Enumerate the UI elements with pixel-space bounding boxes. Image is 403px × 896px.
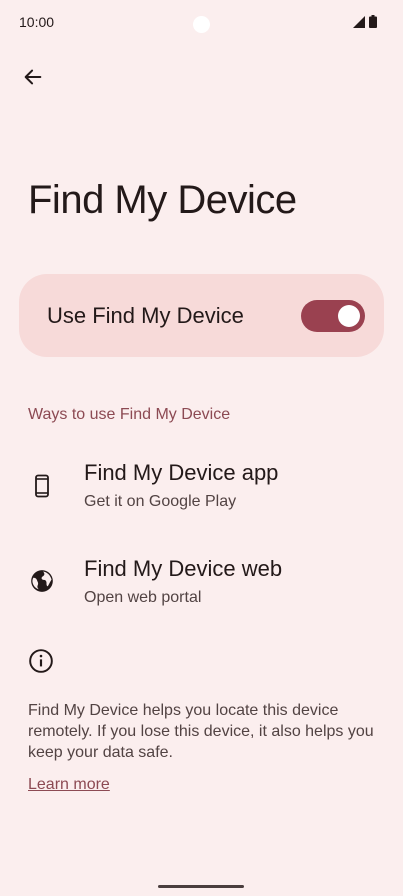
- status-time: 10:00: [19, 14, 55, 30]
- toggle-label: Use Find My Device: [47, 303, 244, 328]
- page-title: Find My Device: [28, 178, 297, 222]
- item-subtitle: Open web portal: [84, 589, 202, 606]
- use-find-my-device-toggle-row[interactable]: Use Find My Device: [19, 274, 384, 357]
- find-my-device-switch[interactable]: [301, 300, 365, 332]
- list-item-find-my-device-app[interactable]: Find My Device app Get it on Google Play: [0, 448, 403, 528]
- switch-thumb: [338, 305, 360, 327]
- globe-icon: [28, 567, 56, 595]
- signal-icon: [353, 15, 365, 33]
- status-icons: [353, 15, 377, 33]
- learn-more-link[interactable]: Learn more: [28, 776, 110, 794]
- phone-icon: [28, 472, 56, 500]
- status-bar: 10:00: [0, 0, 403, 46]
- battery-icon: [369, 15, 377, 33]
- list-item-find-my-device-web[interactable]: Find My Device web Open web portal: [0, 544, 403, 624]
- back-button[interactable]: [14, 60, 52, 98]
- item-title: Find My Device web: [84, 556, 283, 581]
- item-subtitle: Get it on Google Play: [84, 493, 237, 510]
- info-description: Find My Device helps you locate this dev…: [28, 702, 374, 761]
- home-indicator[interactable]: [158, 885, 244, 888]
- info-icon: [28, 648, 56, 676]
- item-title: Find My Device app: [84, 460, 279, 485]
- arrow-back-icon: [22, 66, 44, 93]
- camera-cutout: [193, 16, 210, 33]
- section-header: Ways to use Find My Device: [28, 406, 231, 423]
